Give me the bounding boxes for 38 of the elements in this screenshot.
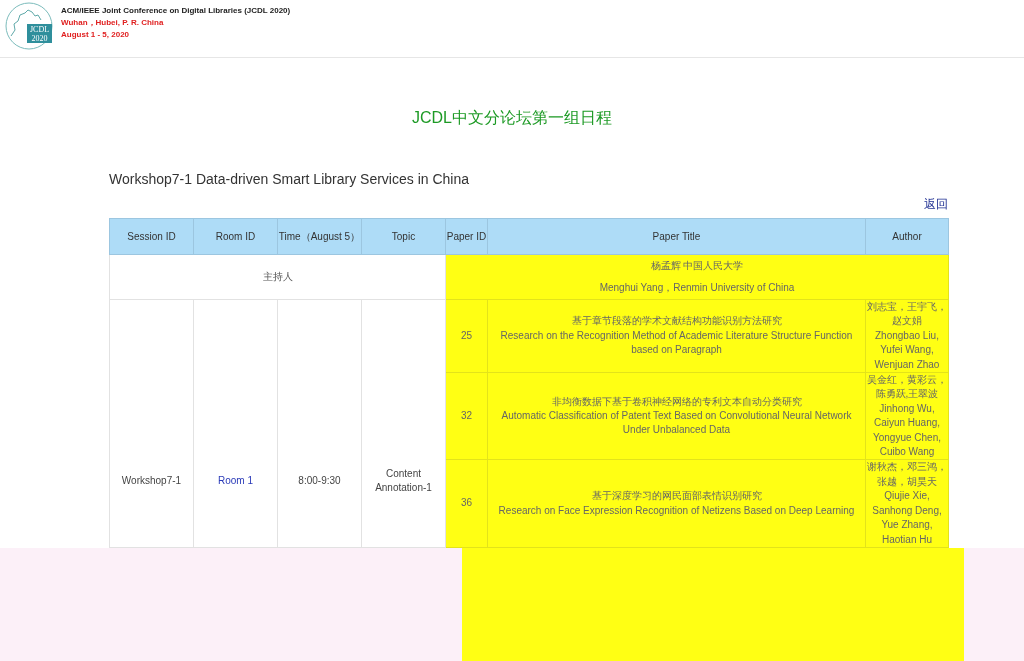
author-names-chinese: 谢秋杰，邓三鸿，张越，胡昊天 xyxy=(867,460,947,489)
conference-dates: August 1 - 5, 2020 xyxy=(61,29,131,41)
column-header: Session ID xyxy=(109,218,194,255)
column-header: Paper ID xyxy=(445,218,488,255)
table-cell: 32 xyxy=(445,372,488,460)
column-header: Topic xyxy=(361,218,446,255)
logo-text: JCDL xyxy=(29,25,50,34)
page-title: JCDL中文分论坛第一组日程 xyxy=(411,108,613,128)
column-header: Paper Title xyxy=(487,218,866,255)
conference-name: ACM/IEEE Joint Conference on Digital Libraries (JCDL 2020) xyxy=(61,5,291,17)
room-link[interactable]: Room 1 xyxy=(218,474,253,486)
host-name-chinese: 杨孟辉 中国人民大学 xyxy=(649,259,745,273)
workshop-title: Workshop7-1 Data-driven Smart Library Services in China xyxy=(109,171,469,187)
logo-drawing xyxy=(5,2,53,50)
column-header: Room ID xyxy=(193,218,278,255)
author-names-english: Qiujie Xie, Sanhong Deng, Yue Zhang, Haotian Hu xyxy=(871,489,943,547)
author-names-english: Zhongbao Liu, Yufei Wang, Wenjuan Zhao xyxy=(873,328,941,372)
table-cell: Content Annotation-1 xyxy=(361,299,446,548)
author-names-chinese: 吴金红，黄彩云，陈勇跃,王翠波 xyxy=(867,373,947,402)
paper-title-english: Research on the Recognition Method of Academic Literature Structure Function based on Paragraph xyxy=(499,328,854,358)
table-cell: 36 xyxy=(445,459,488,548)
paper-title-chinese: 基于章节段落的学术文献结构功能识别方法研究 xyxy=(570,314,783,329)
paper-title-chinese: 非均衡数据下基于卷积神经网络的专利文本自动分类研究 xyxy=(550,394,803,409)
table-cell: 8:00-9:30 xyxy=(277,299,362,548)
conference-location: Wuhan，Hubei, P. R. China xyxy=(61,17,165,29)
table-cell: 主持人 xyxy=(109,254,446,300)
logo-text: 2020 xyxy=(31,33,48,43)
author-names-chinese: 刘志宝，王宇飞，赵文娟 xyxy=(867,300,947,329)
author-names-english: Jinhong Wu, Caiyun Huang, Yongyue Chen, Cuibo Wang xyxy=(872,401,942,460)
table-cell: 25 xyxy=(445,299,488,373)
column-header: Time（August 5） xyxy=(277,218,362,255)
paper-title-chinese: 基于深度学习的网民面部表情识别研究 xyxy=(590,489,763,504)
paper-title-english: Research on Face Expression Recognition of Netizens Based on Deep Learning xyxy=(497,503,856,518)
table-cell: Workshop7-1 xyxy=(109,299,194,548)
paper-title-english: Automatic Classification of Patent Text Based on Convolutional Neural Network Under Unbalanced Data xyxy=(500,409,853,438)
host-name-english: Menghui Yang，Renmin University of China xyxy=(598,281,796,295)
column-header: Author xyxy=(865,218,949,255)
back-link[interactable]: 返回 xyxy=(924,197,948,211)
